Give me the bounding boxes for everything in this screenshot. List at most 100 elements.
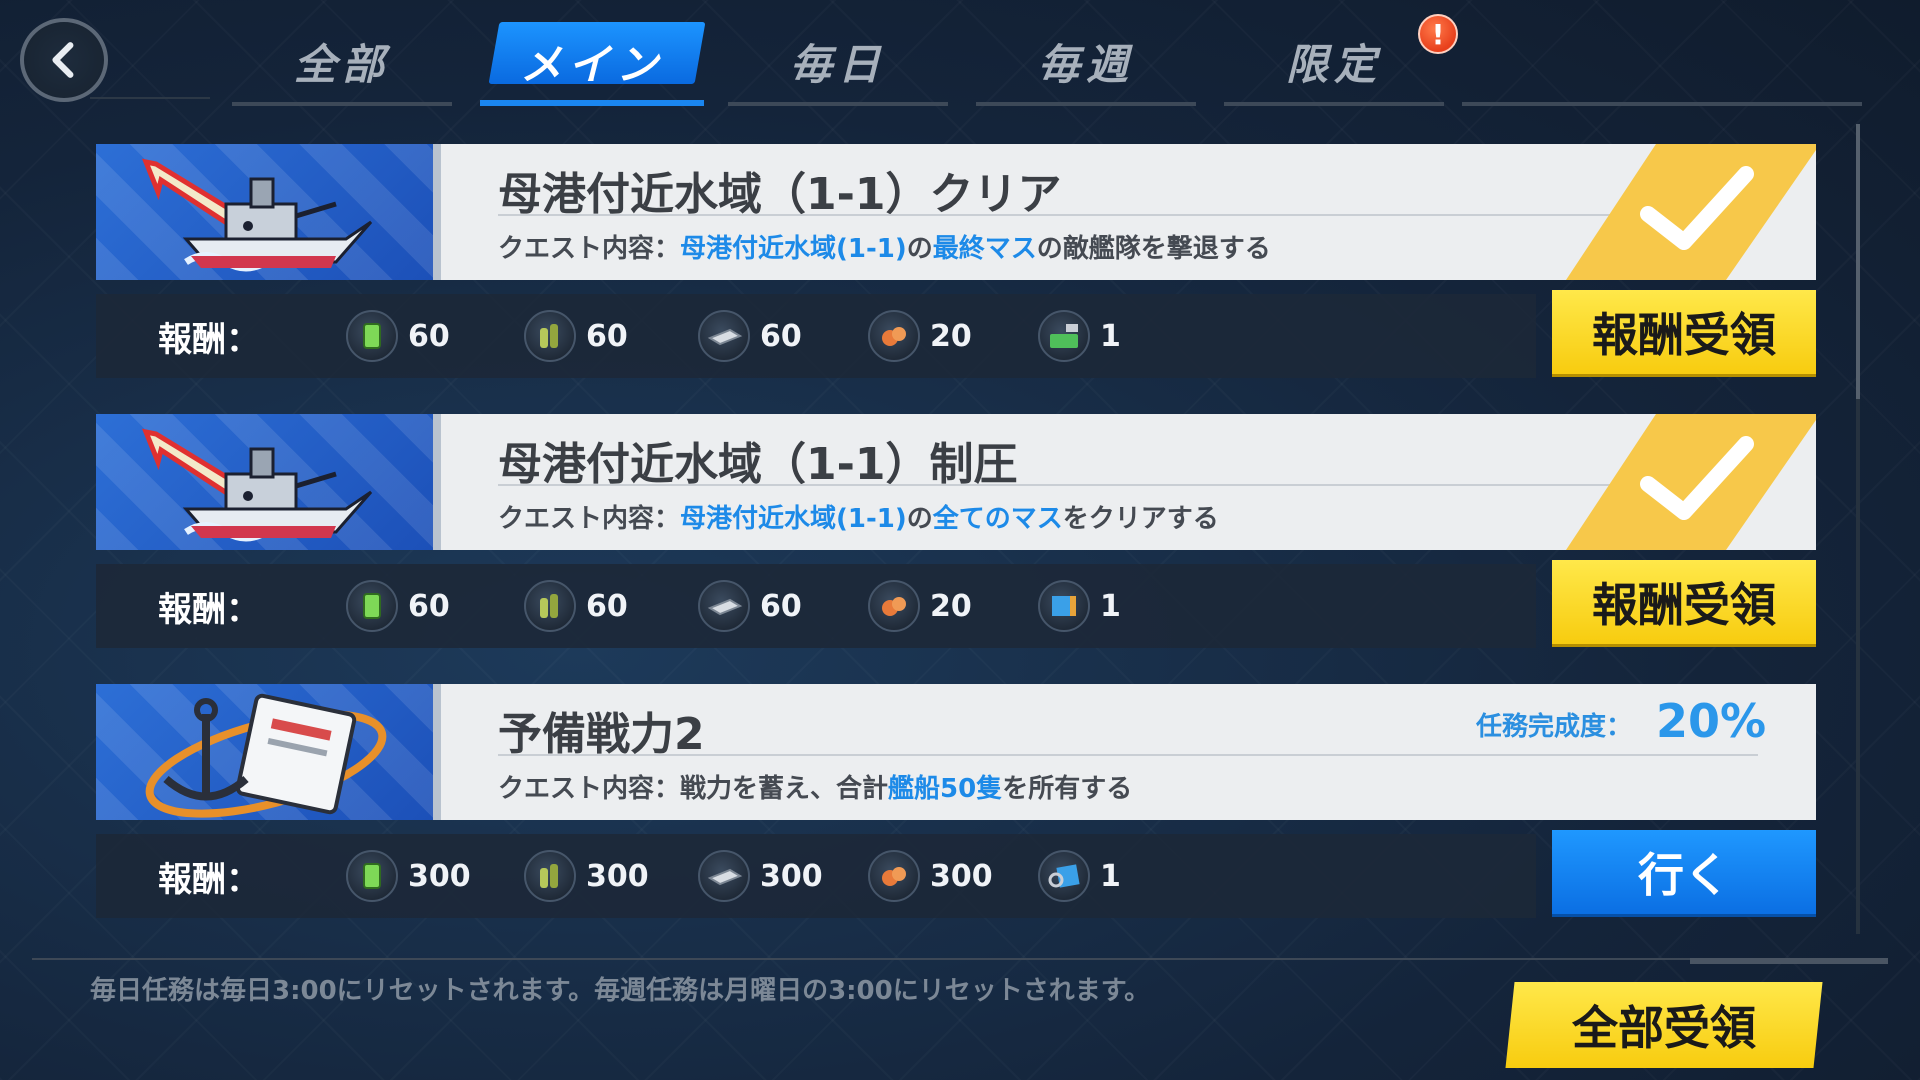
desc-highlight: 母港付近水域(1-1)	[680, 504, 907, 534]
reward-value: 60	[408, 318, 450, 354]
tab-main[interactable]: メイン	[480, 16, 706, 106]
tab-limited[interactable]: 限定	[1224, 16, 1444, 106]
tab-underline	[1224, 102, 1444, 106]
desc-highlight: 艦船50隻	[888, 774, 1003, 804]
reward-item: 60	[524, 578, 628, 634]
ammo-icon	[524, 580, 576, 632]
bauxite-icon	[868, 580, 920, 632]
thumbnail-edge	[433, 684, 441, 820]
reward-item: 1	[1038, 308, 1121, 364]
bauxite-icon	[868, 850, 920, 902]
claim-all-button[interactable]: 全部受領	[1505, 982, 1823, 1068]
reward-row: 報酬： 60 60 60 20 1	[96, 294, 1536, 378]
reward-value: 60	[586, 588, 628, 624]
reward-value: 20	[930, 588, 972, 624]
desc-prefix: クエスト内容：	[498, 774, 681, 804]
desc-text: の	[906, 504, 933, 534]
tab-label: 限定	[1285, 39, 1382, 89]
claim-reward-button[interactable]: 報酬受領	[1552, 290, 1816, 374]
reward-row: 報酬： 60 60 60 20 1	[96, 564, 1536, 648]
ammo-icon	[524, 310, 576, 362]
tab-label: 毎日	[789, 39, 886, 89]
tab-underline	[1462, 102, 1862, 106]
reward-item: 60	[346, 308, 450, 364]
reward-value: 300	[586, 858, 649, 894]
bauxite-icon	[868, 310, 920, 362]
desc-highlight: 全てのマス	[932, 504, 1063, 534]
quest-description: クエスト内容：戦力を蓄え、合計艦船50隻を所有する	[498, 768, 1132, 805]
steel-icon	[698, 310, 750, 362]
tab-underline	[976, 102, 1196, 106]
repair-kit-icon	[1038, 310, 1090, 362]
tab-daily[interactable]: 毎日	[728, 16, 948, 106]
reward-label: 報酬：	[158, 320, 260, 360]
progress-value: 20%	[1656, 694, 1767, 748]
reward-value: 60	[586, 318, 628, 354]
desc-text: を所有する	[1002, 774, 1133, 804]
back-button[interactable]	[20, 18, 108, 102]
reward-item: 1	[1038, 848, 1121, 904]
battleship-icon	[141, 428, 373, 542]
reward-label: 報酬：	[158, 860, 260, 900]
checkmark-icon	[1566, 144, 1816, 280]
quest-header: 母港付近水域（1-1）制圧 クエスト内容：母港付近水域(1-1)の全てのマスをク…	[96, 414, 1816, 550]
thumbnail-edge	[433, 414, 441, 550]
reward-item: 60	[524, 308, 628, 364]
reward-item: 60	[346, 578, 450, 634]
tab-label: メイン	[519, 39, 664, 89]
progress-label: 任務完成度：	[1476, 712, 1633, 742]
quest-title: 母港付近水域（1-1）制圧	[498, 439, 1018, 490]
alert-badge-icon: !	[1418, 14, 1458, 54]
tab-bar: 全部 メイン 毎日 毎週 限定 !	[232, 14, 1862, 106]
fuel-icon	[346, 580, 398, 632]
tab-spacer	[1462, 16, 1862, 106]
quest-description: クエスト内容：母港付近水域(1-1)の最終マスの敵艦隊を撃退する	[498, 228, 1271, 265]
desc-text: 戦力を蓄え、合計	[680, 774, 889, 804]
reset-notice: 毎日任務は毎日3:00にリセットされます。毎週任務は月曜日の3:00にリセットさ…	[90, 976, 1151, 1006]
claim-reward-button[interactable]: 報酬受領	[1552, 560, 1816, 644]
fuel-icon	[346, 850, 398, 902]
reward-row: 報酬： 300 300 300 300 1	[96, 834, 1536, 918]
reward-item: 20	[868, 308, 972, 364]
reward-value: 1	[1100, 858, 1121, 894]
build-ticket-icon	[1038, 850, 1090, 902]
tab-weekly[interactable]: 毎週	[976, 16, 1196, 106]
tab-underline	[480, 100, 704, 106]
reward-item: 300	[346, 848, 471, 904]
desc-highlight: 最終マス	[932, 234, 1037, 264]
quest-header: 予備戦力2 任務完成度： 20% クエスト内容：戦力を蓄え、合計艦船50隻を所有…	[96, 684, 1816, 820]
checkmark-icon	[1566, 414, 1816, 550]
desc-prefix: クエスト内容：	[498, 234, 681, 264]
reward-value: 20	[930, 318, 972, 354]
steel-icon	[698, 580, 750, 632]
claim-all-label: 全部受領	[1572, 1001, 1756, 1055]
reward-label: 報酬：	[158, 590, 260, 630]
reward-value: 300	[408, 858, 471, 894]
quest-title: 母港付近水域（1-1）クリア	[498, 169, 1062, 220]
desc-prefix: クエスト内容：	[498, 504, 681, 534]
tab-label: 全部	[293, 39, 390, 89]
go-button[interactable]: 行く	[1552, 830, 1816, 914]
reward-value: 300	[930, 858, 993, 894]
desc-text: をクリアする	[1062, 504, 1219, 534]
reward-item: 60	[698, 578, 802, 634]
blueprint-icon	[1038, 580, 1090, 632]
reward-item: 20	[868, 578, 972, 634]
tab-label: 毎週	[1037, 39, 1134, 89]
reward-value: 60	[760, 588, 802, 624]
fuel-icon	[346, 310, 398, 362]
footer-divider	[32, 958, 1888, 960]
quest-description: クエスト内容：母港付近水域(1-1)の全てのマスをクリアする	[498, 498, 1219, 535]
tab-all[interactable]: 全部	[232, 16, 452, 106]
scrollbar-thumb[interactable]	[1856, 124, 1860, 399]
reward-value: 1	[1100, 318, 1121, 354]
quest-thumbnail	[96, 144, 433, 280]
thumbnail-edge	[433, 144, 441, 280]
footer-divider-highlight	[1690, 958, 1888, 964]
quest-title: 予備戦力2	[498, 709, 705, 760]
reward-value: 60	[760, 318, 802, 354]
reward-value: 1	[1100, 588, 1121, 624]
battleship-icon	[141, 158, 373, 272]
tabs-divider	[90, 97, 210, 99]
quest-divider	[498, 754, 1758, 756]
